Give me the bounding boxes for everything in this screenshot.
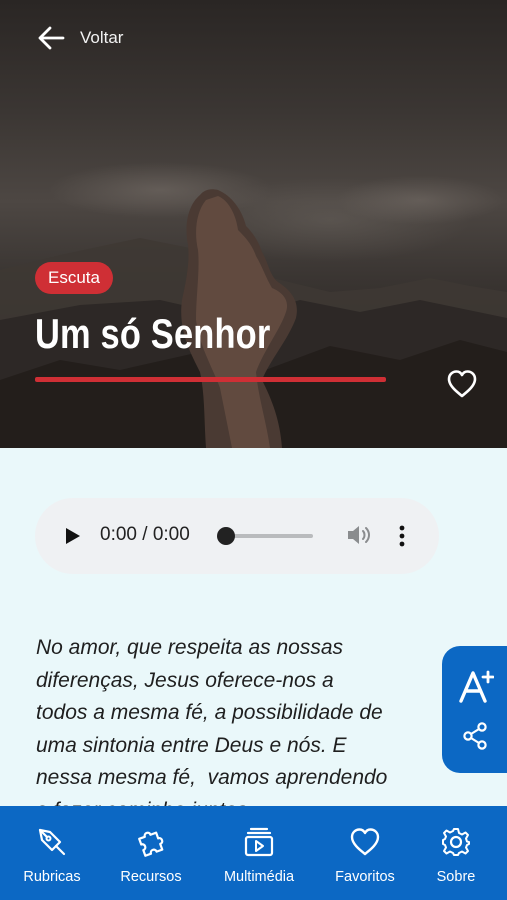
nav-label-multimedia: Multimédia [223,869,295,885]
back-label: Voltar [80,28,124,47]
nav-label-rubricas: Rubricas [23,869,81,885]
floating-actions [442,646,507,773]
more-options-icon[interactable] [397,524,407,548]
nav-label-favoritos: Favoritos [335,869,395,885]
puzzle-icon [138,831,164,857]
audio-time: 0:00 / 0:00 [100,524,190,545]
nav-item-rubricas[interactable]: Rubricas [7,826,97,885]
nav-label-sobre: Sobre [436,869,476,885]
favorite-heart-icon[interactable] [446,368,478,400]
font-size-icon[interactable] [458,668,494,704]
audio-player: 0:00 / 0:00 [35,498,439,574]
nav-item-multimedia[interactable]: Multimédia [214,826,304,885]
page-title: Um só Senhor [35,310,271,357]
volume-icon[interactable] [346,523,372,547]
seek-thumb[interactable] [217,527,235,545]
back-button[interactable]: Voltar [36,24,123,52]
seek-bar[interactable] [227,534,313,538]
nav-item-sobre[interactable]: Sobre [411,826,501,885]
bottom-navigation: Rubricas Recursos Multimédia Favoritos S… [0,806,507,900]
arrow-left-icon [38,26,65,50]
nav-item-recursos[interactable]: Recursos [106,826,196,885]
nav-item-favoritos[interactable]: Favoritos [320,826,410,885]
play-icon[interactable] [65,527,81,545]
title-underline [35,377,386,382]
category-tag: Escuta [35,262,113,294]
nav-label-recursos: Recursos [120,869,182,885]
media-stack-icon [244,827,274,857]
heart-icon [350,828,380,856]
hero-image: Voltar Escuta Um só Senhor [0,0,507,448]
share-icon[interactable] [462,722,488,750]
article-text: No amor, que respeita as nossas diferenç… [36,636,388,822]
pen-nib-icon [38,828,66,856]
gear-icon [442,828,470,856]
